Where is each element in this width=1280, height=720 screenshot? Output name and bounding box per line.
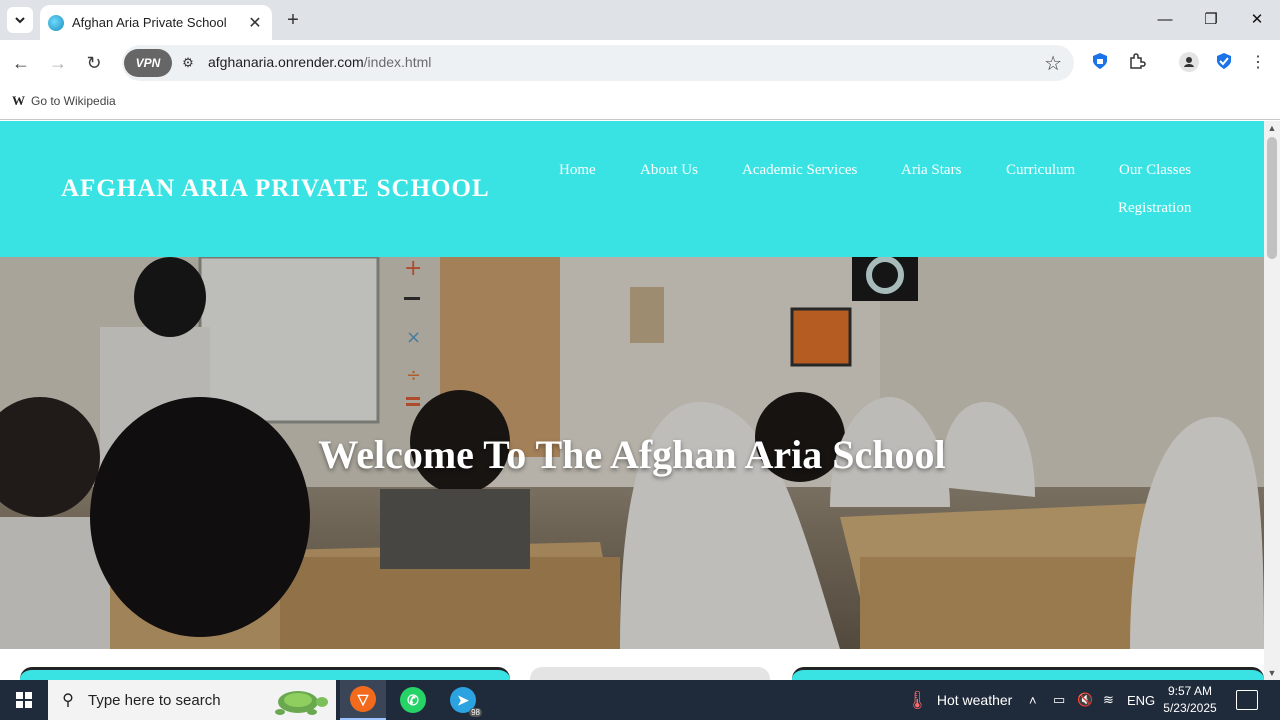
site-header: AFGHAN ARIA PRIVATE SCHOOL Home About Us… (0, 121, 1264, 257)
turtle-search-highlight-icon (275, 691, 328, 715)
thermometer-icon: 🌡 (906, 689, 929, 710)
nav-curriculum[interactable]: Curriculum (1006, 162, 1075, 179)
puzzle-extensions-icon[interactable] (1126, 52, 1148, 74)
vpn-badge[interactable]: VPN (124, 49, 172, 77)
new-tab-button[interactable]: + (283, 8, 303, 32)
wikipedia-icon: W (12, 93, 25, 108)
nav-home[interactable]: Home (559, 162, 596, 179)
back-arrow-icon[interactable]: ← (8, 50, 34, 76)
scroll-up-icon[interactable]: ▲ (1264, 123, 1280, 133)
scroll-thumb[interactable] (1267, 137, 1277, 259)
site-favicon-icon (48, 14, 64, 31)
clock-date: 5/23/2025 (1163, 701, 1217, 715)
brave-browser-icon: ▽ (350, 686, 376, 712)
taskbar-whatsapp[interactable]: ✆ (390, 680, 436, 720)
web-page: AFGHAN ARIA PRIVATE SCHOOL Home About Us… (0, 121, 1264, 680)
windows-logo-icon (16, 692, 32, 708)
nav-our-classes[interactable]: Our Classes (1119, 162, 1191, 179)
address-bar[interactable]: VPN ⚙ afghanaria.onrender.com/index.html… (122, 45, 1074, 81)
bookmark-wikipedia[interactable]: W Go to Wikipedia (12, 93, 116, 109)
url-path: /index.html (363, 54, 432, 70)
tray-overflow-icon[interactable]: ˄ (1029, 680, 1037, 720)
feature-card (792, 667, 1264, 680)
search-placeholder: Type here to search (88, 691, 221, 709)
search-icon: ⚲ (62, 692, 74, 709)
telegram-icon: ➤ 98 (450, 687, 482, 717)
scroll-down-icon[interactable]: ▼ (1264, 668, 1280, 678)
system-clock[interactable]: 9:57 AM 5/23/2025 (1150, 683, 1230, 717)
bookmark-star-icon[interactable]: ☆ (1044, 51, 1062, 76)
tab-title: Afghan Aria Private School (72, 15, 227, 30)
tab-search-button[interactable] (7, 7, 33, 33)
whatsapp-icon: ✆ (400, 687, 426, 713)
site-logo[interactable]: AFGHAN ARIA PRIVATE SCHOOL (61, 175, 490, 203)
hero-title: Welcome To The Afghan Aria School (318, 432, 946, 477)
feature-cards-row (0, 667, 1264, 680)
bookmark-label: Go to Wikipedia (31, 94, 116, 108)
feature-card (530, 667, 770, 680)
feature-card (20, 667, 510, 680)
wifi-icon[interactable]: ≋ (1103, 680, 1114, 720)
url-host: afghanaria.onrender.com (208, 54, 364, 70)
nav-academic-services[interactable]: Academic Services (742, 162, 857, 179)
bookmarks-bar: W Go to Wikipedia (0, 86, 1280, 120)
clock-time: 9:57 AM (1167, 684, 1213, 698)
url-text[interactable]: afghanaria.onrender.com/index.html (208, 54, 431, 70)
taskbar-brave-browser[interactable]: ▽ (340, 680, 386, 720)
weather-widget[interactable]: 🌡 Hot weather (906, 680, 1012, 720)
minimize-icon[interactable]: — (1150, 8, 1180, 32)
profile-avatar-icon[interactable] (1178, 52, 1200, 74)
notification-center-icon[interactable] (1236, 690, 1258, 710)
battery-icon[interactable]: ▭ (1053, 680, 1065, 720)
reload-icon[interactable]: ↻ (81, 50, 107, 76)
windows-taskbar: ⚲ Type here to search ▽ ✆ ➤ 98 🌡 Hot wea… (0, 680, 1280, 720)
start-button[interactable] (0, 680, 48, 720)
telegram-unread-badge: 98 (469, 708, 482, 717)
chevron-down-icon (15, 17, 25, 24)
taskbar-search[interactable]: ⚲ Type here to search (48, 680, 336, 720)
forward-arrow-icon[interactable]: → (45, 50, 71, 76)
tab-close-icon[interactable]: ✕ (246, 13, 264, 33)
browser-tab-active[interactable]: Afghan Aria Private School ✕ (40, 5, 272, 40)
page-scrollbar[interactable]: ▲ ▼ (1264, 121, 1280, 680)
volume-muted-icon[interactable]: 🔇 (1077, 680, 1093, 720)
shield-extension-icon[interactable] (1089, 52, 1111, 74)
window-close-icon[interactable]: ✕ (1242, 8, 1272, 32)
nav-aria-stars[interactable]: Aria Stars (901, 162, 961, 179)
security-shield-icon[interactable] (1213, 52, 1235, 74)
nav-about-us[interactable]: About Us (640, 162, 698, 179)
hero-banner: + × ÷ (0, 257, 1264, 649)
browser-toolbar: ← → ↻ VPN ⚙ afghanaria.onrender.com/inde… (0, 40, 1280, 86)
weather-text: Hot weather (936, 692, 1013, 708)
nav-registration[interactable]: Registration (1118, 200, 1191, 217)
more-menu-icon[interactable]: ⋮ (1247, 52, 1269, 74)
restore-icon[interactable]: ❐ (1196, 8, 1226, 32)
taskbar-telegram[interactable]: ➤ 98 (440, 680, 486, 720)
tab-strip: Afghan Aria Private School ✕ + — ❐ ✕ (0, 0, 1280, 40)
site-info-icon[interactable]: ⚙ (178, 53, 198, 73)
